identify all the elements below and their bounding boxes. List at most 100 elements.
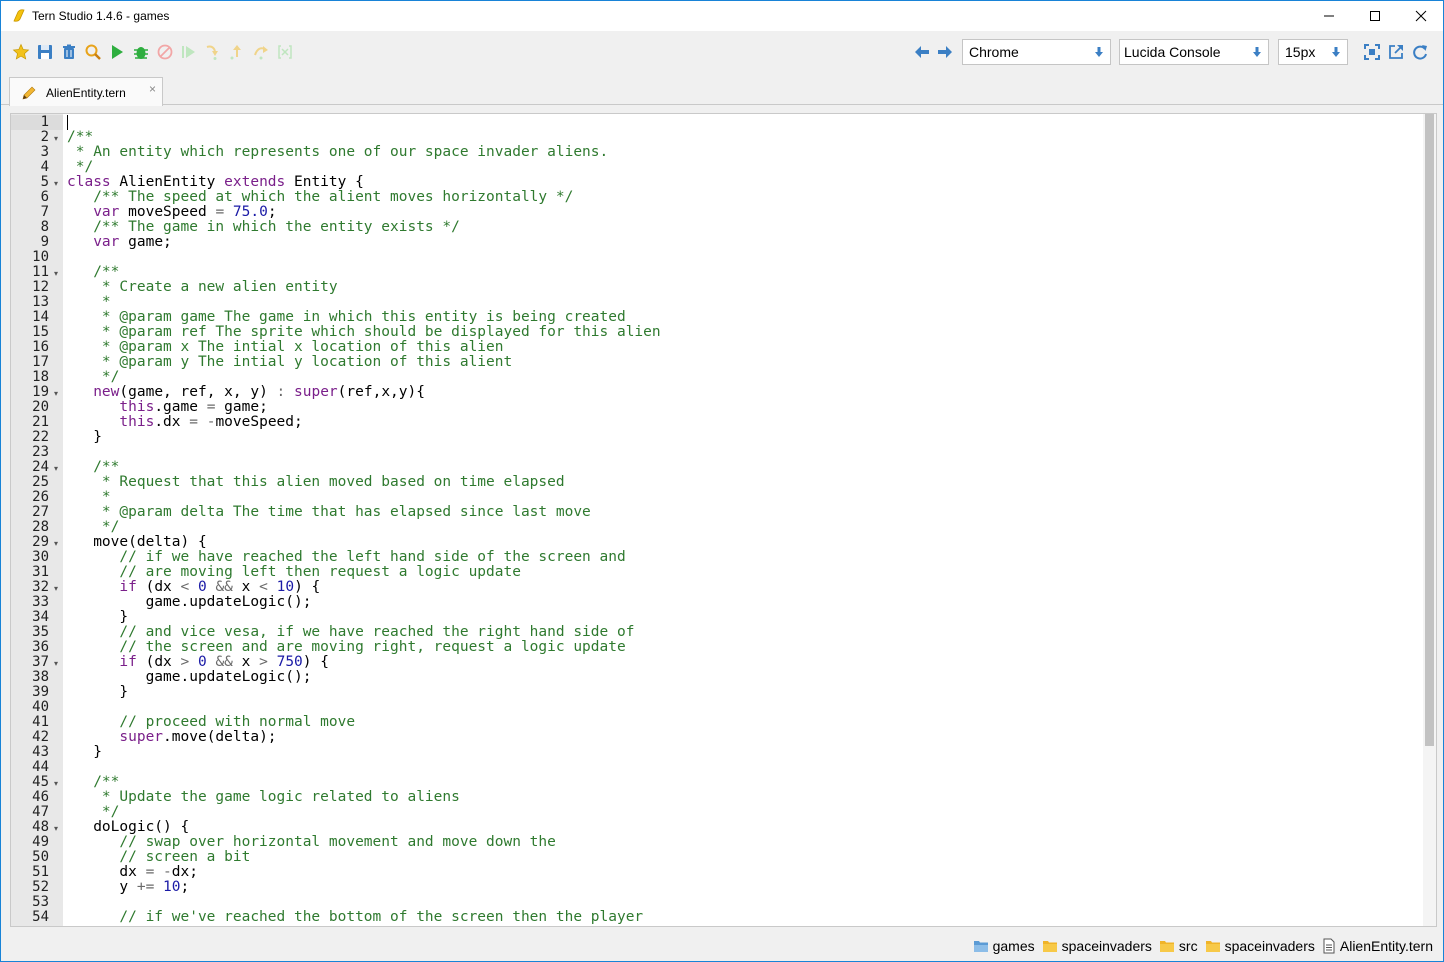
status-bar: games spaceinvaders src spaceinvaders AlienE…: [1, 931, 1443, 961]
fold-toggle-icon[interactable]: ▾: [54, 659, 58, 668]
file-icon: [1322, 938, 1340, 954]
code-line: */: [67, 804, 120, 820]
fold-toggle-icon[interactable]: ▾: [54, 389, 58, 398]
fold-toggle-icon[interactable]: ▾: [54, 539, 58, 548]
line-number: 44: [32, 759, 49, 775]
breadcrumb-item[interactable]: AlienEntity.tern: [1322, 938, 1433, 954]
line-number: 17: [32, 354, 49, 370]
line-number: 29: [32, 534, 49, 550]
line-number-gutter: 1 2 ▾ 3 4 5 ▾ 6 7 8 9 10 11 ▾ 12 13 14 15 16 17 18 19 ▾ 20 21 22 2…: [11, 114, 63, 926]
step-out-icon[interactable]: [228, 43, 246, 61]
code-line: // proceed with normal move: [67, 714, 356, 730]
line-number: 3: [40, 144, 49, 160]
line-number: 30: [32, 549, 49, 565]
breadcrumb-label: spaceinvaders: [1224, 938, 1315, 954]
line-number: 1: [11, 115, 63, 130]
code-line: * @param game The game in which this ent…: [67, 309, 626, 325]
stop-icon[interactable]: [156, 43, 174, 61]
resume-icon[interactable]: [180, 43, 198, 61]
save-icon[interactable]: [36, 43, 54, 61]
fullscreen-icon[interactable]: [1363, 43, 1381, 61]
folder-icon: [1159, 939, 1179, 953]
line-number: 25: [32, 474, 49, 490]
step-over-icon[interactable]: [252, 43, 270, 61]
line-number: 54: [32, 909, 49, 925]
breadcrumb-item[interactable]: spaceinvaders: [1042, 938, 1152, 954]
breadcrumb-item[interactable]: spaceinvaders: [1205, 938, 1315, 954]
folder-open-icon: [973, 939, 993, 953]
line-number: 51: [32, 864, 49, 880]
code-line: // and vice vesa, if we have reached the…: [67, 624, 635, 640]
line-number: 40: [32, 699, 49, 715]
vertical-scrollbar[interactable]: [1423, 114, 1436, 926]
breadcrumb-label: games: [992, 938, 1035, 954]
external-link-icon[interactable]: [1387, 43, 1405, 61]
tab-alienentity[interactable]: AlienEntity.tern ×: [9, 77, 163, 106]
maximize-button[interactable]: [1352, 1, 1398, 31]
line-number: 42: [32, 729, 49, 745]
minimize-button[interactable]: [1306, 1, 1352, 31]
fold-toggle-icon[interactable]: ▾: [54, 269, 58, 278]
code-line: if (dx > 0 && x > 750) {: [119, 654, 329, 670]
fold-toggle-icon[interactable]: ▾: [54, 134, 58, 143]
fold-toggle-icon[interactable]: ▾: [54, 464, 58, 473]
line-number: 4: [40, 159, 49, 175]
app-window: Tern Studio 1.4.6 - games Chrome Lucida …: [0, 0, 1444, 962]
line-number: 8: [40, 219, 49, 235]
tab-bar: AlienEntity.tern ×: [1, 73, 1443, 106]
fold-toggle-icon[interactable]: ▾: [54, 824, 58, 833]
code-line: var moveSpeed = 75.0;: [93, 204, 277, 220]
font-select[interactable]: Lucida Console: [1119, 39, 1269, 65]
scrollbar-thumb[interactable]: [1425, 114, 1434, 746]
fold-toggle-icon[interactable]: ▾: [54, 584, 58, 593]
fold-toggle-icon[interactable]: ▾: [54, 779, 58, 788]
code-line: this.game = game;: [119, 399, 268, 415]
breadcrumb-label: src: [1178, 938, 1198, 954]
code-line: */: [67, 369, 120, 385]
breadcrumb-item[interactable]: games: [973, 938, 1035, 954]
code-line: /**: [67, 129, 94, 145]
line-number: 46: [32, 789, 49, 805]
code-line: super.move(delta);: [119, 729, 277, 745]
search-icon[interactable]: [84, 43, 102, 61]
code-area[interactable]: /** * An entity which represents one of …: [67, 114, 1425, 926]
code-line: move(delta) {: [67, 534, 207, 550]
code-line: * Create a new alien entity: [67, 279, 338, 295]
chevron-down-icon: [1332, 47, 1340, 57]
line-number: 47: [32, 804, 49, 820]
code-line: }: [67, 609, 129, 625]
code-editor[interactable]: 1 2 ▾ 3 4 5 ▾ 6 7 8 9 10 11 ▾ 12 13 14 15 16 17 18 19 ▾ 20 21 22 2…: [10, 113, 1437, 927]
line-number: 27: [32, 504, 49, 520]
font-size-select[interactable]: 15px: [1278, 39, 1348, 65]
evaluate-icon[interactable]: [276, 43, 294, 61]
title-bar: Tern Studio 1.4.6 - games: [1, 1, 1443, 31]
close-window-button[interactable]: [1398, 1, 1443, 31]
step-in-icon[interactable]: [204, 43, 222, 61]
line-number: 11: [32, 264, 49, 280]
forward-arrow-icon[interactable]: [936, 43, 954, 61]
run-icon[interactable]: [108, 43, 126, 61]
code-line: * Update the game logic related to alien…: [67, 789, 460, 805]
browser-select-value: Chrome: [969, 44, 1019, 60]
line-number: 43: [32, 744, 49, 760]
maximize-icon: [1370, 11, 1380, 21]
code-line: * Request that this alien moved based on…: [67, 474, 565, 490]
trash-icon[interactable]: [60, 43, 78, 61]
code-line: *: [67, 294, 111, 310]
breadcrumb-item[interactable]: src: [1159, 938, 1198, 954]
app-logo-icon: [13, 9, 25, 22]
star-icon[interactable]: [12, 43, 30, 61]
debug-icon[interactable]: [132, 43, 150, 61]
code-line: * @param x The intial x location of this…: [67, 339, 504, 355]
code-line: new(game, ref, x, y) : super(ref,x,y){: [93, 384, 425, 400]
line-number: 37: [32, 654, 49, 670]
browser-select[interactable]: Chrome: [962, 39, 1111, 65]
code-line: dx = -dx;: [67, 864, 198, 880]
line-number: 41: [32, 714, 49, 730]
fold-toggle-icon[interactable]: ▾: [54, 179, 58, 188]
tab-close-button[interactable]: ×: [149, 82, 156, 96]
refresh-icon[interactable]: [1411, 43, 1429, 61]
window-title: Tern Studio 1.4.6 - games: [32, 9, 170, 23]
folder-icon: [1042, 939, 1062, 953]
back-arrow-icon[interactable]: [913, 43, 931, 61]
